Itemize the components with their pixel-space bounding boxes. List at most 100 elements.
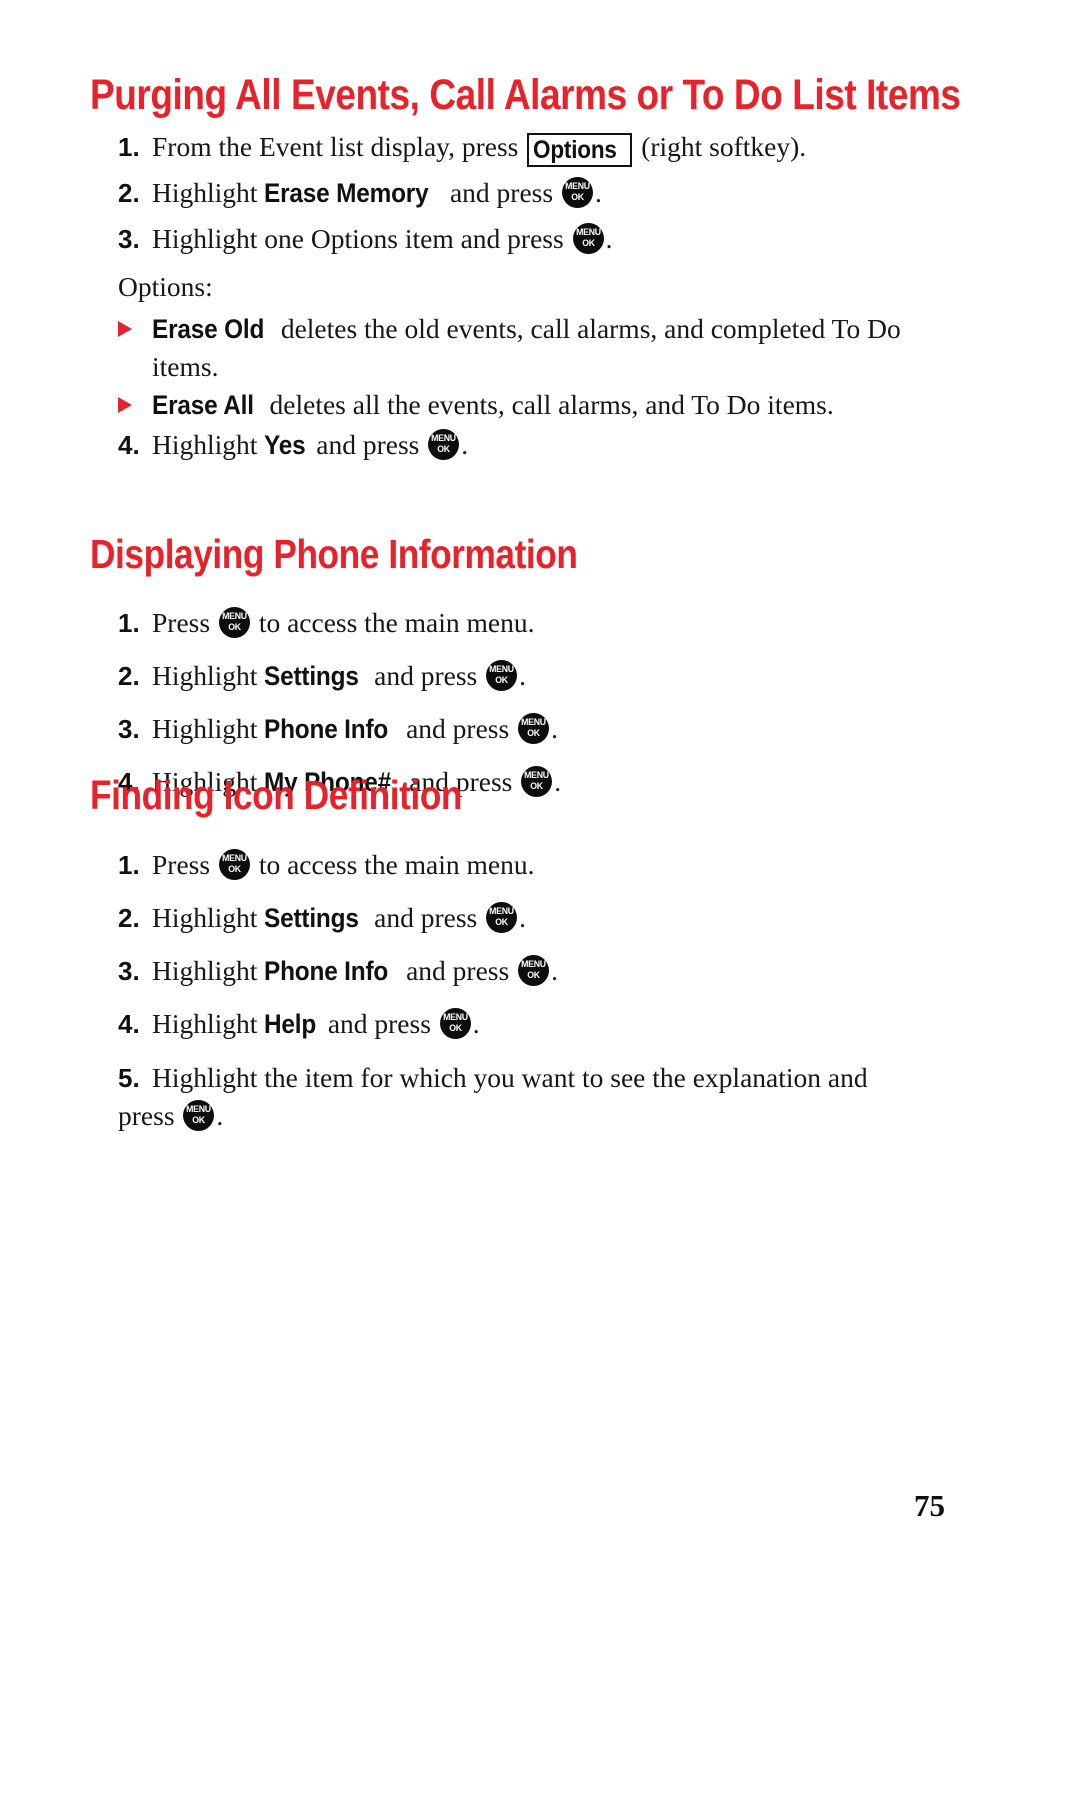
softkey-options-button[interactable]: Options [527,133,633,167]
step-text-fragment: . [605,223,613,254]
triangle-bullet-icon [118,397,132,413]
step-item: 4. Highlight Yes and press MENU OK. [118,428,468,462]
section-heading-displaying-phone-information: Displaying Phone Information [90,531,578,577]
menu-ok-key-icon[interactable]: MENU OK [518,713,550,744]
ui-term: Phone Info [264,714,389,744]
step-number: 2. [118,661,140,691]
step-text-fragment: and press [367,660,485,691]
step-text: Highlight Phone Info and press MENU OK. [152,713,558,744]
step-text-fragment: . [551,713,558,744]
step-text-fragment: . [551,955,558,986]
softkey-label: Options [533,136,618,164]
step-item: 2. Highlight Erase Memory and press MENU O… [118,176,602,210]
menu-ok-key-icon[interactable]: MENU OK [183,1100,215,1131]
menu-ok-key-line2: OK [571,191,584,203]
step-text: Highlight Help and press MENU OK. [152,1008,480,1039]
step-text: Highlight Settings and press MENU OK. [152,660,526,691]
step-text-fragment: Highlight the item for which you want to… [118,1062,868,1131]
menu-ok-key-line2: OK [495,916,508,928]
step-text: Highlight Yes and press MENU OK. [152,429,468,460]
step-text-fragment: Highlight [152,1008,265,1039]
step-text: Highlight Erase Memory and press MENU OK. [152,177,602,208]
step-text-fragment: Highlight one Options item and press [152,223,571,254]
step-text-fragment: Highlight [152,660,265,691]
step-item: 2. Highlight Settings and press MENU OK. [118,659,526,693]
option-bullet-text: Erase All deletes all the events, call a… [152,386,928,424]
step-item: 3. Highlight Phone Info and press MENU OK. [118,954,558,988]
option-bullet-text: Erase Old deletes the old events, call a… [152,310,928,385]
manual-page: Purging All Events, Call Alarms or To Do… [0,0,1080,1800]
menu-ok-key-line2: OK [530,780,544,792]
step-item: 3. Highlight Phone Info and press MENU OK. [118,712,558,746]
option-description: deletes the old events, call alarms, and… [152,313,901,382]
section-heading-finding-icon-definition: Finding Icon Definition [90,772,463,818]
ui-term: Erase All [152,390,254,420]
step-item: 1. Press MENU OK to access the main menu. [118,848,534,882]
menu-ok-key-line1: MENU [489,664,514,675]
menu-ok-key-line1: MENU [524,770,550,781]
menu-ok-key-icon[interactable]: MENU OK [428,429,460,460]
step-text-fragment: and press [309,429,427,460]
step-text-fragment: and press [443,177,560,208]
triangle-bullet-icon [118,321,132,337]
menu-ok-key-icon[interactable]: MENU OK [439,1008,471,1039]
menu-ok-key-line1: MENU [575,227,601,238]
ui-term: Phone Info [264,956,389,986]
menu-ok-key-line2: OK [228,863,241,875]
option-bullet-item: Erase Old deletes the old events, call a… [118,310,928,385]
menu-ok-key-line2: OK [437,443,451,455]
step-item: 1. Press MENU OK to access the main menu. [118,606,534,640]
step-text-fragment: and press [399,713,517,744]
step-text-fragment: Highlight [152,177,265,208]
section-heading-purging: Purging All Events, Call Alarms or To Do… [90,71,961,119]
menu-ok-key-line1: MENU [489,906,514,917]
step-text-fragment: . [472,1008,480,1039]
step-number: 2. [118,178,140,208]
option-description: deletes all the events, call alarms, and… [262,389,834,420]
menu-ok-key-icon[interactable]: MENU OK [218,607,250,638]
step-number: 3. [118,956,140,986]
step-text: Press MENU OK to access the main menu. [152,607,534,638]
menu-ok-key-icon[interactable]: MENU OK [218,849,250,880]
step-number: 4. [118,1009,140,1039]
menu-ok-key-icon[interactable]: MENU OK [521,766,553,797]
step-text: Press MENU OK to access the main menu. [152,849,534,880]
menu-ok-key-icon[interactable]: MENU OK [561,177,593,208]
step-text-fragment: to access the main menu. [251,849,535,880]
option-bullet-item: Erase All deletes all the events, call a… [118,386,928,424]
menu-ok-key-line1: MENU [565,181,590,192]
menu-ok-key-icon[interactable]: MENU OK [486,660,518,691]
menu-ok-key-line1: MENU [222,853,247,864]
step-number: 5. [118,1063,140,1093]
step-number: 1. [118,132,140,162]
menu-ok-key-line2: OK [449,1022,462,1034]
step-text-fragment: Press [152,849,217,880]
ui-term: Help [264,1009,317,1039]
options-label: Options: [118,271,213,302]
menu-ok-key-line1: MENU [222,611,247,622]
step-text: Highlight the item for which you want to… [118,1062,868,1131]
ui-term: Settings [264,661,360,691]
step-text-fragment: (right softkey). [634,131,807,162]
step-text-fragment: and press [399,955,517,986]
step-number: 3. [118,714,140,744]
step-item: 1. From the Event list display, press Opt… [118,130,806,167]
step-text-fragment: to access the main menu. [251,607,535,638]
menu-ok-key-icon[interactable]: MENU OK [486,902,518,933]
menu-ok-key-line1: MENU [186,1104,212,1115]
step-item: 2. Highlight Settings and press MENU OK. [118,901,526,935]
menu-ok-key-icon[interactable]: MENU OK [518,955,550,986]
page-number: 75 [914,1488,945,1523]
step-text: Highlight Phone Info and press MENU OK. [152,955,558,986]
ui-term: Erase Old [152,314,265,344]
menu-ok-key-icon[interactable]: MENU OK [572,223,604,254]
menu-ok-key-line2: OK [581,237,595,249]
menu-ok-key-line2: OK [527,727,540,739]
menu-ok-key-line1: MENU [521,717,546,728]
ui-term: Settings [264,903,360,933]
step-number: 4. [118,430,140,460]
step-text-fragment: . [519,902,526,933]
step-text-fragment: Highlight [152,955,265,986]
step-text: Highlight one Options item and press MEN… [152,223,612,254]
step-text-fragment: Press [152,607,217,638]
